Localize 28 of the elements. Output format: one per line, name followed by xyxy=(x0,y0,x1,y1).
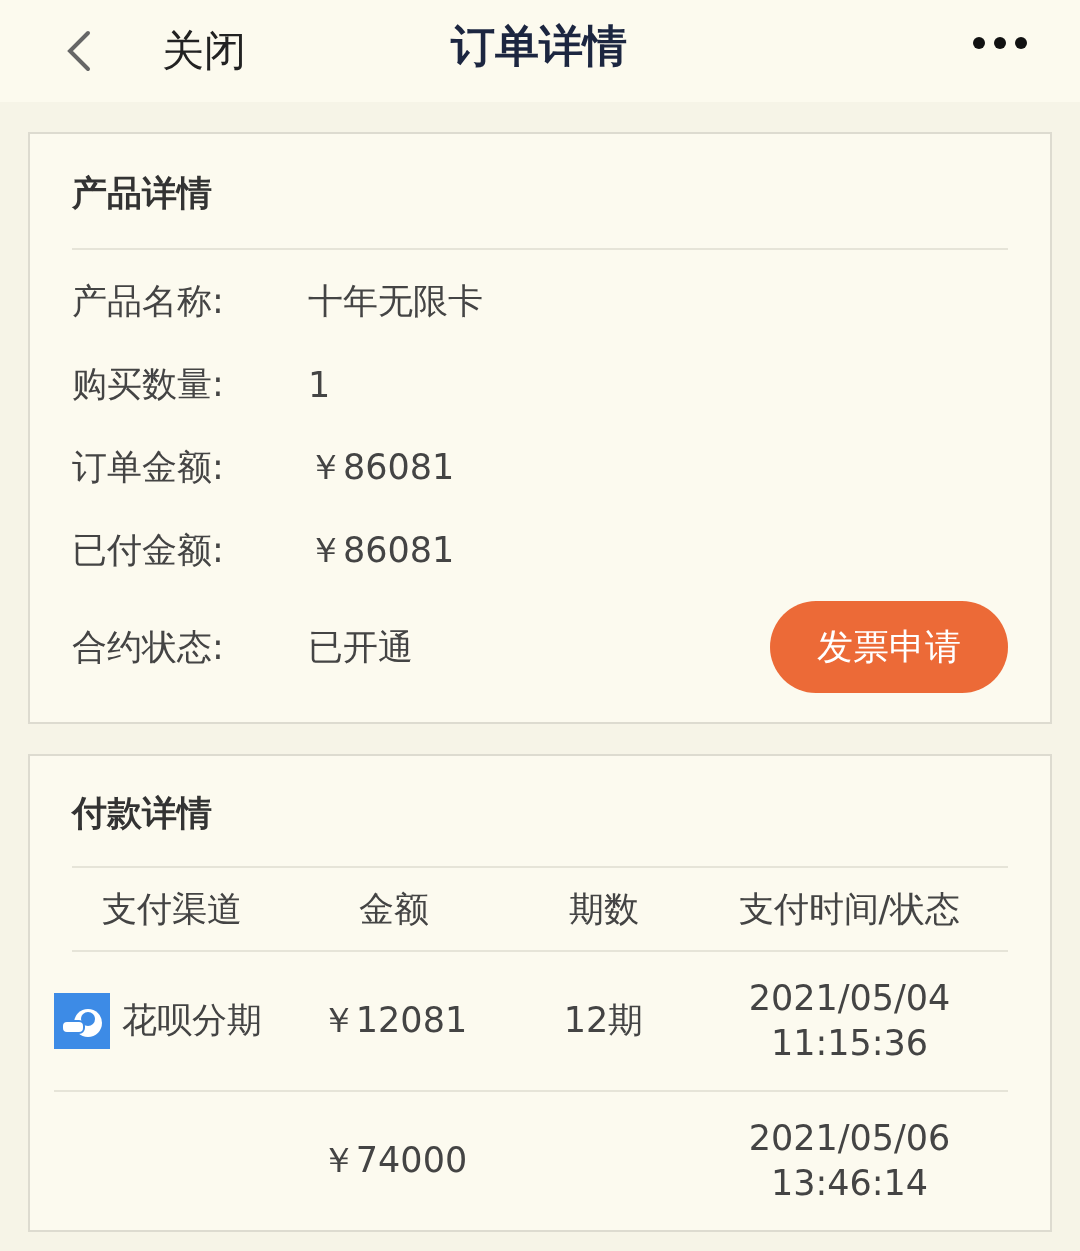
field-label: 订单金额: xyxy=(72,446,225,489)
close-link[interactable]: 关闭 xyxy=(162,23,246,79)
more-icon[interactable] xyxy=(972,36,1028,50)
page-title: 订单详情 xyxy=(451,18,627,73)
field-label: 购买数量: xyxy=(72,363,225,406)
table-cell: 12期 xyxy=(516,952,691,1092)
payment-time: 13:46:14 xyxy=(770,1162,929,1205)
field-value: ￥86081 xyxy=(308,446,456,489)
field-label: 产品名称: xyxy=(72,280,225,323)
field-value: 已开通 xyxy=(308,625,414,669)
table-cell-text: ￥74000 xyxy=(319,1139,469,1183)
section-title: 产品详情 xyxy=(72,134,1008,250)
column-header: 金额 xyxy=(272,868,516,952)
installment-app-icon xyxy=(54,993,110,1049)
section-title: 付款详情 xyxy=(72,756,1008,868)
payment-time: 11:15:36 xyxy=(770,1022,929,1065)
payment-date: 2021/05/04 xyxy=(748,976,951,1020)
payment-date: 2021/05/06 xyxy=(748,1116,951,1160)
field-label: 合约状态: xyxy=(72,625,225,669)
field-label: 已付金额: xyxy=(72,529,225,572)
field-value: 十年无限卡 xyxy=(308,280,484,323)
field-value: 1 xyxy=(308,364,332,405)
table-cell: ￥12081 xyxy=(272,952,516,1092)
column-header: 支付渠道 xyxy=(72,868,272,952)
field-value: ￥86081 xyxy=(308,529,456,572)
table-cell-text: 花呗分期 xyxy=(122,999,262,1043)
column-header: 期数 xyxy=(516,868,691,952)
column-header: 支付时间/状态 xyxy=(691,868,1008,952)
